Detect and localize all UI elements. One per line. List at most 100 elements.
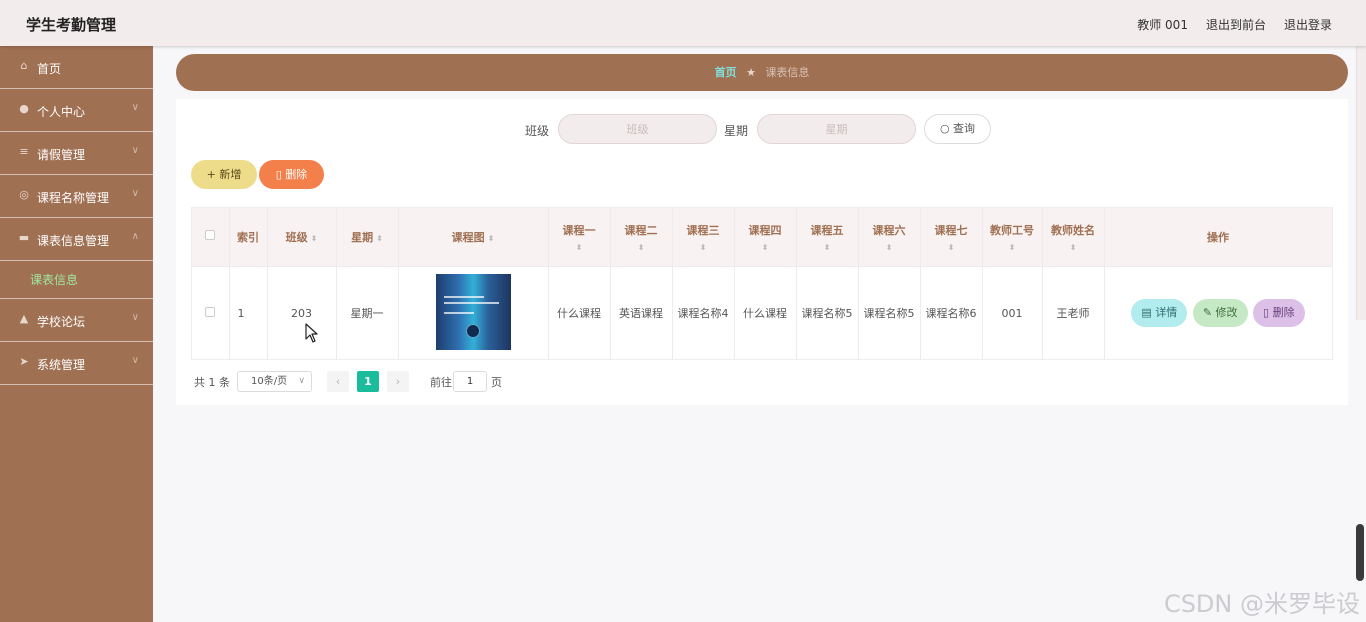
breadcrumb-home[interactable]: 首页 <box>715 66 737 79</box>
weekday-label: 星期 <box>724 124 749 138</box>
header-course-7[interactable]: 课程七 ⬍ <box>920 208 983 267</box>
cell-course-2: 英语课程 <box>610 266 673 360</box>
page-size-value: 10条/页 <box>251 376 288 387</box>
compass-icon: ◎ <box>19 188 29 201</box>
goto-page-input[interactable] <box>453 371 487 392</box>
list-icon: ≡ <box>19 145 29 158</box>
select-all-cell <box>192 208 230 267</box>
sidebar-item-leave-management[interactable]: ≡ 请假管理 ∨ <box>0 132 153 175</box>
page-scrollbar-track[interactable] <box>1356 46 1366 320</box>
header-label: 课程五 <box>810 223 844 237</box>
sort-icon[interactable]: ⬍ <box>859 243 920 252</box>
cell-operations: ▤ 详情 ✎ 修改 ▯ 删除 <box>1104 266 1333 360</box>
sort-icon[interactable]: ⬍ <box>735 243 796 252</box>
cell-course-3: 课程名称4 <box>672 266 735 360</box>
app-title: 学生考勤管理 <box>26 16 117 34</box>
sort-icon[interactable]: ⬍ <box>311 234 318 243</box>
sidebar-item-school-forum[interactable]: ▲ 学校论坛 ∨ <box>0 299 153 342</box>
class-label: 班级 <box>525 124 550 138</box>
to-front-link[interactable]: 退出到前台 <box>1206 16 1266 33</box>
chevron-up-icon: ∧ <box>131 231 139 242</box>
scrollbar-thumb[interactable] <box>1356 524 1364 581</box>
header-course-1[interactable]: 课程一 ⬍ <box>548 208 611 267</box>
header-course-2[interactable]: 课程二 ⬍ <box>610 208 673 267</box>
header-course-4[interactable]: 课程四 ⬍ <box>734 208 797 267</box>
logout-link[interactable]: 退出登录 <box>1284 16 1332 33</box>
cell-course-image <box>398 266 549 360</box>
sort-icon[interactable]: ⬍ <box>611 243 672 252</box>
sort-icon[interactable]: ⬍ <box>983 243 1042 252</box>
header-label: 课程一 <box>562 223 596 237</box>
sort-icon[interactable]: ⬍ <box>549 243 610 252</box>
header-course-image[interactable]: 课程图 ⬍ <box>398 208 549 267</box>
header-label: 教师工号 <box>990 223 1034 237</box>
row-delete-button[interactable]: ▯ 删除 <box>1253 299 1305 328</box>
row-delete-button-label: 删除 <box>1272 306 1295 320</box>
sidebar-item-schedule-management[interactable]: ▬ 课表信息管理 ∧ <box>0 218 153 261</box>
sort-icon[interactable]: ⬍ <box>921 243 982 252</box>
chevron-right-icon: › <box>395 375 401 388</box>
header-course-6[interactable]: 课程六 ⬍ <box>858 208 921 267</box>
sidebar-item-label: 学校论坛 <box>37 315 86 329</box>
chevron-left-icon: ‹ <box>335 375 341 388</box>
header-weekday[interactable]: 星期 ⬍ <box>336 208 399 267</box>
sidebar-item-label: 课表信息管理 <box>37 234 110 248</box>
header-label: 课程三 <box>686 223 720 237</box>
course-cover-image[interactable] <box>435 273 511 350</box>
batch-delete-button[interactable]: ▯ 删除 <box>259 160 324 189</box>
add-button[interactable]: + 新增 <box>191 160 257 189</box>
sort-icon[interactable]: ⬍ <box>797 243 858 252</box>
chevron-down-icon: ∨ <box>131 102 139 113</box>
detail-button[interactable]: ▤ 详情 <box>1131 299 1188 328</box>
cell-teacher-name: 王老师 <box>1042 266 1105 360</box>
prev-page-button[interactable]: ‹ <box>327 371 349 392</box>
sort-icon[interactable]: ⬍ <box>673 243 734 252</box>
top-header: 学生考勤管理 教师 001 退出到前台 退出登录 <box>0 0 1366 46</box>
header-label: 班级 <box>285 230 308 244</box>
query-button[interactable]: ○ 查询 <box>924 114 991 144</box>
chevron-down-icon: ∨ <box>298 376 305 386</box>
next-page-button[interactable]: › <box>387 371 409 392</box>
table-header-row: 索引 班级 ⬍ 星期 ⬍ 课程图 ⬍ 课程一 ⬍ 课程二 ⬍ 课程三 ⬍ 课程四 ⬍ 课程五 ⬍… <box>192 208 1333 267</box>
pencil-icon: ✎ <box>1202 306 1213 320</box>
chevron-down-icon: ∨ <box>131 312 139 323</box>
weekday-input[interactable] <box>757 114 916 144</box>
edit-button[interactable]: ✎ 修改 <box>1192 299 1248 328</box>
header-label: 课程四 <box>748 223 782 237</box>
sidebar: ⌂ 首页 ● 个人中心 ∨ ≡ 请假管理 ∨ ◎ 课程名称管理 ∨ ▬ 课表信息… <box>0 46 153 622</box>
chevron-down-icon: ∨ <box>131 355 139 366</box>
header-class[interactable]: 班级 ⬍ <box>267 208 337 267</box>
thumbs-up-icon: ▲ <box>19 312 29 325</box>
page-size-select[interactable]: 10条/页 ∨ <box>237 371 312 392</box>
header-course-5[interactable]: 课程五 ⬍ <box>796 208 859 267</box>
cell-course-7: 课程名称6 <box>920 266 983 360</box>
sidebar-item-personal-center[interactable]: ● 个人中心 ∨ <box>0 89 153 132</box>
sidebar-subitem-schedule-info[interactable]: 课表信息 <box>30 271 78 288</box>
schedule-table: 索引 班级 ⬍ 星期 ⬍ 课程图 ⬍ 课程一 ⬍ 课程二 ⬍ 课程三 ⬍ 课程四 ⬍ 课程五 ⬍… <box>191 207 1333 360</box>
watermark: CSDN @米罗毕设 <box>1163 590 1360 618</box>
plus-icon: + <box>206 168 216 181</box>
sidebar-item-label: 首页 <box>37 62 62 76</box>
sidebar-item-system-management[interactable]: ➤ 系统管理 ∨ <box>0 342 153 385</box>
detail-button-label: 详情 <box>1155 306 1178 320</box>
chevron-down-icon: ∨ <box>131 145 139 156</box>
header-teacher-no[interactable]: 教师工号 ⬍ <box>982 208 1043 267</box>
trash-icon: ▯ <box>275 168 282 181</box>
class-input[interactable] <box>558 114 717 144</box>
cell-course-4: 什么课程 <box>734 266 797 360</box>
chevron-down-icon: ∨ <box>131 188 139 199</box>
sidebar-item-label: 请假管理 <box>37 148 86 162</box>
sidebar-item-home[interactable]: ⌂ 首页 <box>0 46 153 89</box>
delete-button-label: 删除 <box>285 168 308 181</box>
select-all-checkbox[interactable] <box>205 230 216 241</box>
header-course-3[interactable]: 课程三 ⬍ <box>672 208 735 267</box>
document-icon: ▤ <box>1141 306 1152 320</box>
sidebar-item-course-name-management[interactable]: ◎ 课程名称管理 ∨ <box>0 175 153 218</box>
page-number-current[interactable]: 1 <box>357 371 379 392</box>
sort-icon[interactable]: ⬍ <box>1043 243 1104 252</box>
sort-icon[interactable]: ⬍ <box>376 234 383 243</box>
row-checkbox[interactable] <box>205 306 216 317</box>
query-button-label: 查询 <box>953 122 976 135</box>
header-teacher-name[interactable]: 教师姓名 ⬍ <box>1042 208 1105 267</box>
sort-icon[interactable]: ⬍ <box>488 234 495 243</box>
